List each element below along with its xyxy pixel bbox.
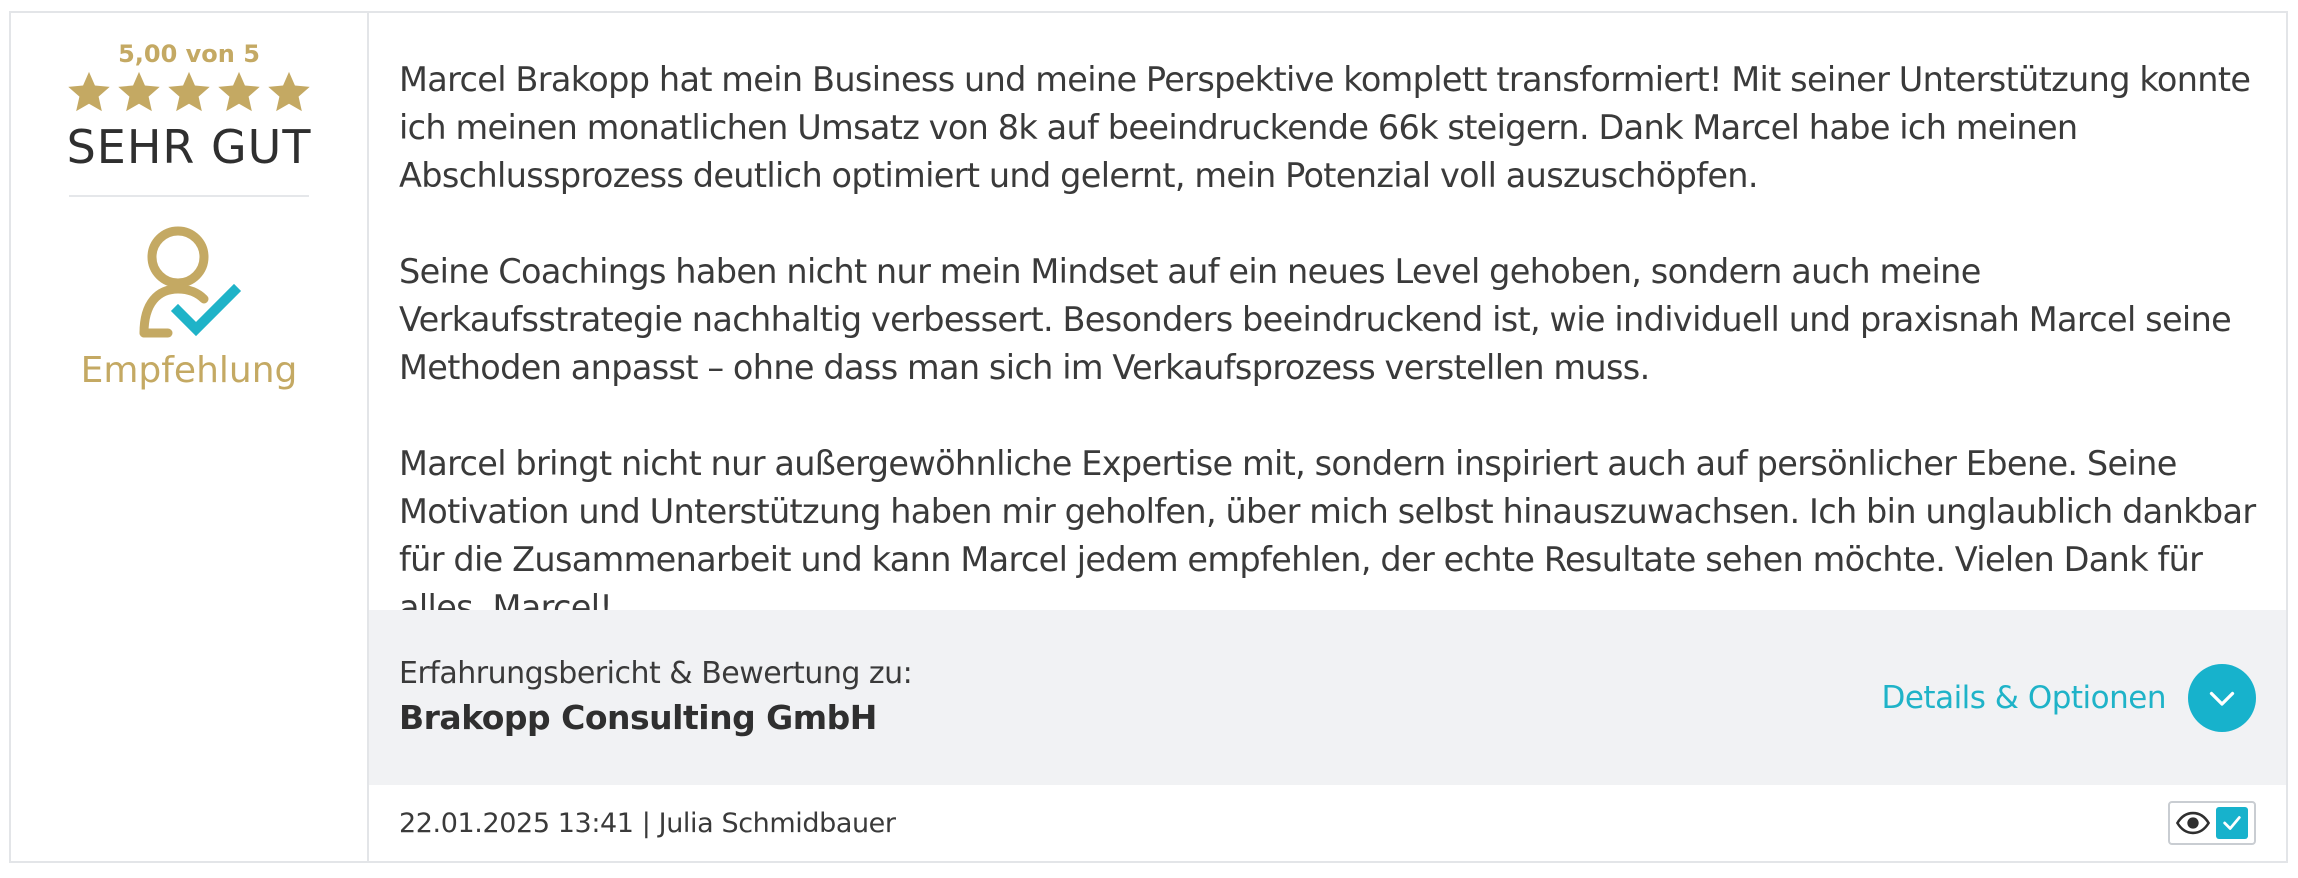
star-icon xyxy=(118,71,160,112)
review-paragraph: Marcel Brakopp hat mein Business und mei… xyxy=(399,60,2251,195)
recommendation-label: Empfehlung xyxy=(80,350,298,391)
eye-icon xyxy=(2176,811,2210,835)
details-options-link[interactable]: Details & Optionen xyxy=(1881,680,2166,716)
star-rating xyxy=(66,69,312,115)
details-options[interactable]: Details & Optionen xyxy=(1881,663,2256,732)
divider xyxy=(69,195,309,197)
review-paragraph: Seine Coachings haben nicht nur mein Min… xyxy=(399,252,2232,387)
review-content: Marcel Brakopp hat mein Business und mei… xyxy=(369,13,2286,861)
star-icon xyxy=(218,71,260,112)
star-icon xyxy=(68,71,110,112)
rating-column: 5,00 von 5 SEHR GUT Empfehlung xyxy=(11,13,369,861)
subject-caption: Erfahrungsbericht & Bewertung zu: xyxy=(399,655,913,691)
star-icon xyxy=(168,71,210,112)
chevron-down-icon xyxy=(2209,691,2235,706)
star-icon xyxy=(268,71,310,112)
user-check-icon xyxy=(134,221,244,345)
grade-label: SEHR GUT xyxy=(66,120,312,174)
checkmark-icon xyxy=(2216,807,2248,839)
score-text: 5,00 von 5 xyxy=(118,40,260,68)
subject-info: Erfahrungsbericht & Bewertung zu: Brakop… xyxy=(399,654,913,742)
review-paragraph: Marcel bringt nicht nur außergewöhnliche… xyxy=(399,444,2256,627)
details-expand-button[interactable] xyxy=(2188,663,2256,732)
review-card: 5,00 von 5 SEHR GUT Empfehlung Marcel Br… xyxy=(9,11,2288,863)
review-footer: 22.01.2025 13:41 | Julia Schmidbauer xyxy=(369,785,2286,861)
verification-badge[interactable] xyxy=(2168,801,2256,845)
company-name: Brakopp Consulting GmbH xyxy=(399,697,877,737)
review-text: Marcel Brakopp hat mein Business und mei… xyxy=(369,13,2286,627)
review-meta: 22.01.2025 13:41 | Julia Schmidbauer xyxy=(399,807,896,839)
subject-panel: Erfahrungsbericht & Bewertung zu: Brakop… xyxy=(369,610,2286,785)
